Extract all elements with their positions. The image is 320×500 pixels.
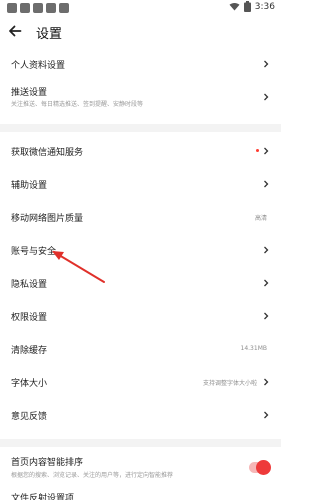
- settings-item-permission[interactable]: 权限设置: [0, 301, 281, 331]
- toggle-knob: [256, 460, 271, 475]
- settings-item-label: 获取微信通知服务: [11, 148, 84, 158]
- settings-item-description: 关注推送、每日精选推送、签到提醒、安静时段等: [11, 101, 144, 108]
- app-notification-icon: [59, 3, 69, 13]
- settings-item-label: 账号与安全: [11, 247, 57, 257]
- settings-item-label: 权限设置: [11, 313, 48, 323]
- settings-item-label: 清除缓存: [11, 346, 48, 356]
- app-notification-icon: [46, 3, 56, 13]
- chevron-right-icon: [264, 180, 269, 188]
- settings-item-label: 意见反馈: [11, 412, 48, 422]
- settings-item-label: 字体大小: [11, 379, 48, 389]
- chevron-right-icon: [264, 312, 269, 320]
- chevron-right-icon: [264, 60, 269, 68]
- smart-sort-toggle[interactable]: [249, 460, 271, 475]
- notification-icons: [7, 3, 69, 13]
- settings-item-font-size[interactable]: 字体大小 支持调整字体大小啦: [0, 367, 281, 397]
- settings-item-push[interactable]: 推送设置 关注推送、每日精选推送、签到提醒、安静时段等: [0, 80, 281, 114]
- section-divider: [0, 124, 281, 132]
- red-dot-badge: [256, 149, 259, 152]
- chevron-right-icon: [264, 93, 269, 101]
- settings-item-feedback[interactable]: 意见反馈: [0, 400, 281, 430]
- settings-item-label: 首页内容智能排序: [11, 458, 84, 468]
- settings-item-label: 推送设置: [11, 88, 48, 98]
- settings-item-label: 隐私设置: [11, 280, 48, 290]
- app-notification-icon: [20, 3, 30, 13]
- settings-item-partial[interactable]: 文件反射设置项: [0, 490, 281, 500]
- cache-size-value: 14.31MB: [240, 345, 267, 352]
- settings-item-label: 个人资料设置: [11, 61, 66, 71]
- chevron-right-icon: [264, 279, 269, 287]
- settings-item-assist[interactable]: 辅助设置: [0, 169, 281, 199]
- settings-item-description: 根据您的搜索、浏览记录、关注的用户等，进行定向智能推荐: [11, 472, 174, 479]
- page-title: 设置: [36, 27, 63, 42]
- settings-item-label: 移动网络图片质量: [11, 214, 84, 224]
- battery-icon: [243, 1, 251, 12]
- chevron-right-icon: [264, 147, 269, 155]
- settings-item-clear-cache[interactable]: 清除缓存 14.31MB: [0, 334, 281, 364]
- title-bar: 设置: [0, 16, 281, 46]
- settings-item-label: 文件反射设置项: [11, 494, 75, 500]
- app-notification-icon: [7, 3, 17, 13]
- settings-item-account-security[interactable]: 账号与安全: [0, 235, 281, 265]
- app-notification-icon: [33, 3, 43, 13]
- chevron-right-icon: [264, 411, 269, 419]
- chevron-right-icon: [264, 378, 269, 386]
- status-bar: 3:36: [0, 0, 281, 16]
- status-time: 3:36: [254, 1, 275, 12]
- section-divider: [0, 439, 281, 447]
- settings-item-wechat-notify[interactable]: 获取微信通知服务: [0, 136, 281, 166]
- settings-item-value: 高清: [254, 215, 267, 222]
- settings-item-image-quality[interactable]: 移动网络图片质量 高清: [0, 202, 281, 232]
- settings-item-smart-sort: 首页内容智能排序 根据您的搜索、浏览记录、关注的用户等，进行定向智能推荐: [0, 452, 281, 484]
- settings-item-label: 辅助设置: [11, 181, 48, 191]
- wifi-icon: [229, 3, 240, 11]
- chevron-right-icon: [264, 246, 269, 254]
- settings-item-profile[interactable]: 个人资料设置: [0, 50, 281, 78]
- back-arrow-icon[interactable]: [5, 21, 25, 41]
- settings-item-hint: 支持调整字体大小啦: [202, 380, 257, 387]
- settings-item-privacy[interactable]: 隐私设置: [0, 268, 281, 298]
